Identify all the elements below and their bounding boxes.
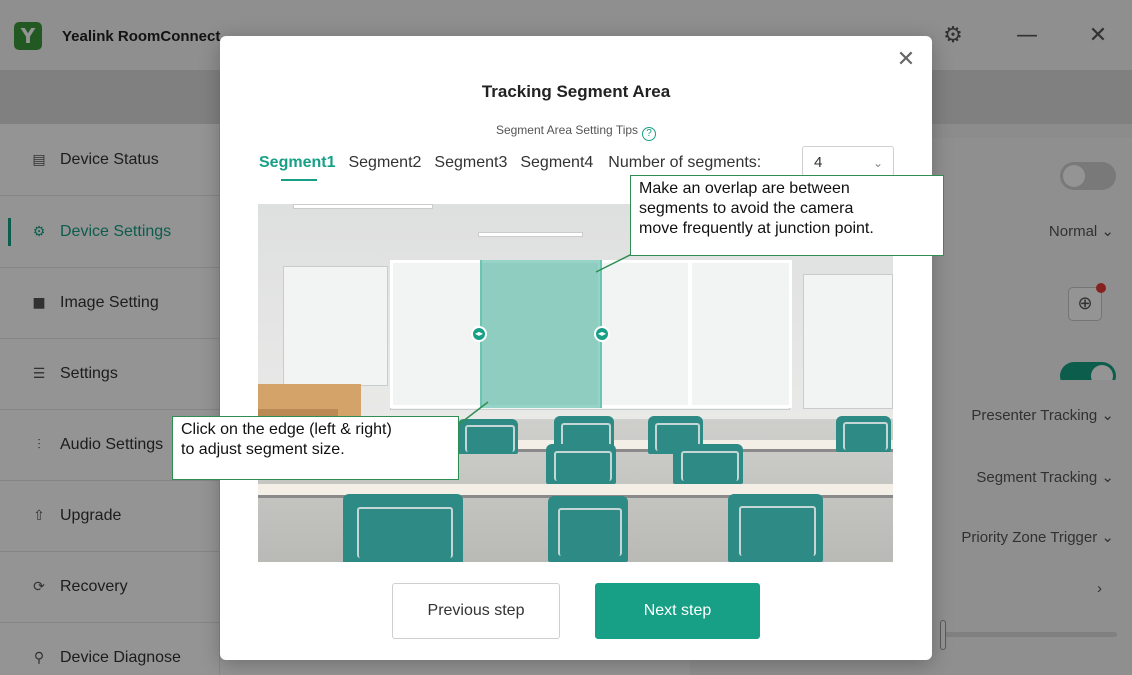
tracking-segment-dialog: ✕ Tracking Segment Area Segment Area Set… (220, 36, 932, 660)
callout-line: segments to avoid the camera (639, 200, 854, 217)
callout-line: move frequently at junction point. (639, 220, 874, 237)
edge-callout: Click on the edge (left & right) to adju… (172, 416, 459, 480)
right-resize-handle-icon[interactable]: ◂▸ (594, 326, 610, 342)
callout-line: Click on the edge (left & right) (181, 421, 392, 438)
close-icon[interactable]: ✕ (892, 46, 920, 74)
tab-segment1[interactable]: Segment1 (259, 154, 335, 181)
next-step-button[interactable]: Next step (595, 583, 760, 639)
help-icon[interactable]: ? (642, 127, 657, 141)
previous-step-button[interactable]: Previous step (392, 583, 560, 639)
left-resize-handle-icon[interactable]: ◂▸ (471, 326, 487, 342)
dialog-title: Tracking Segment Area (481, 82, 671, 101)
setting-tips: Segment Area Setting Tips? (220, 123, 932, 141)
segments-count-value: 4 (814, 154, 823, 171)
tips-label: Segment Area Setting Tips (495, 123, 639, 137)
segments-count-label: Number of segments: (608, 154, 762, 171)
segment-overlap-area (480, 260, 602, 408)
classroom-preview: ◂▸ ◂▸ (258, 204, 893, 562)
tab-segment3[interactable]: Segment3 (434, 154, 507, 178)
overlap-callout: Make an overlap are between segments to … (630, 175, 944, 256)
segment-divider (688, 260, 692, 408)
tab-segment2[interactable]: Segment2 (348, 154, 421, 178)
callout-line: Make an overlap are between (639, 180, 850, 197)
tab-segment4[interactable]: Segment4 (520, 154, 593, 178)
callout-line: to adjust segment size. (181, 441, 345, 458)
